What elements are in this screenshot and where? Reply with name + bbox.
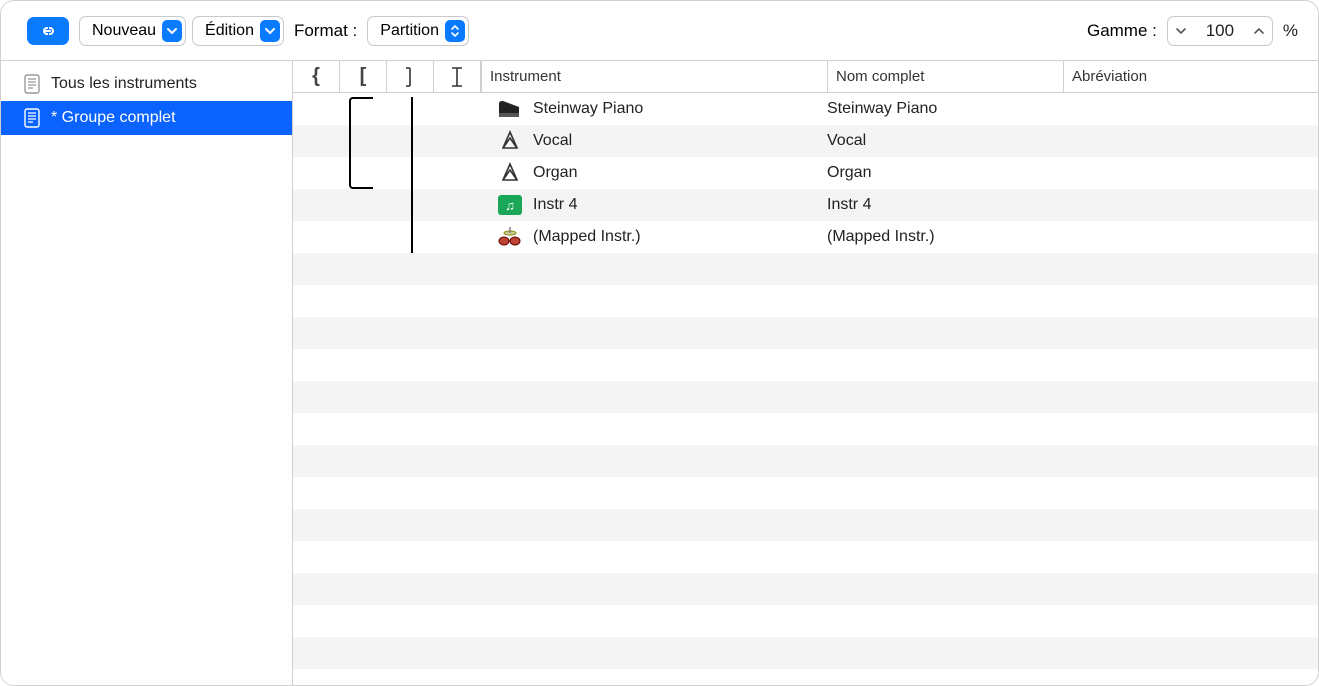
cell-nom-complet[interactable]: Instr 4 [827, 196, 1063, 214]
table-body: Steinway Piano Steinway Piano Vocal Vocal Or… [293, 93, 1318, 685]
bracket-header-2[interactable]: [ [340, 61, 387, 92]
chevron-up-icon[interactable] [1250, 18, 1268, 44]
column-label: Abréviation [1072, 68, 1147, 85]
percent-label: % [1283, 21, 1298, 41]
instrument-name: Steinway Piano [533, 100, 643, 118]
midi-icon: ♫ [497, 194, 523, 216]
bracket-icon: [ [360, 65, 367, 88]
chevron-down-icon[interactable] [1172, 18, 1190, 44]
edition-label: Édition [205, 22, 254, 40]
cell-instrument[interactable]: Steinway Piano [481, 98, 827, 120]
barline-caps-icon [450, 66, 464, 88]
sidebar: Tous les instruments * Groupe complet [1, 61, 293, 685]
body: Tous les instruments * Groupe complet { … [1, 61, 1318, 685]
gamme-group: Gamme : 100 % [1083, 16, 1298, 46]
instrument-name: Vocal [533, 132, 572, 150]
gamme-spinner[interactable]: 100 [1167, 16, 1273, 46]
cell-instrument[interactable]: Vocal [481, 130, 827, 152]
sidebar-item-complete-group[interactable]: * Groupe complet [1, 101, 292, 135]
gamme-label: Gamme : [1087, 21, 1157, 41]
sidebar-item-label: * Groupe complet [51, 109, 176, 127]
instrument-name: (Mapped Instr.) [533, 228, 641, 246]
cell-instrument[interactable]: (Mapped Instr.) [481, 226, 827, 248]
column-label: Nom complet [836, 68, 924, 85]
drums-icon [497, 226, 523, 248]
column-header-instrument[interactable]: Instrument [481, 61, 827, 92]
organ-icon [497, 162, 523, 184]
instrument-name: Organ [533, 164, 577, 182]
chevron-down-icon [260, 20, 280, 42]
link-icon [37, 23, 59, 39]
column-header-abr[interactable]: Abréviation [1063, 61, 1318, 92]
table-row[interactable]: Organ Organ [293, 157, 1318, 189]
main: { [ Instrument Nom complet Abr [293, 61, 1318, 685]
nouveau-menu[interactable]: Nouveau [79, 16, 186, 46]
toolbar: Nouveau Édition Format : Partition Gamme… [1, 1, 1318, 61]
updown-icon [445, 20, 465, 42]
edition-menu[interactable]: Édition [192, 16, 284, 46]
instrument-name: Instr 4 [533, 196, 577, 214]
chevron-down-icon [162, 20, 182, 42]
cell-nom-complet[interactable]: Steinway Piano [827, 100, 1063, 118]
sidebar-item-label: Tous les instruments [51, 75, 197, 93]
table-row[interactable]: ♫ Instr 4 Instr 4 [293, 189, 1318, 221]
table-row[interactable]: (Mapped Instr.) (Mapped Instr.) [293, 221, 1318, 253]
link-button[interactable] [27, 17, 69, 45]
nouveau-label: Nouveau [92, 22, 156, 40]
table-row[interactable]: Vocal Vocal [293, 125, 1318, 157]
table-row[interactable]: Steinway Piano Steinway Piano [293, 93, 1318, 125]
brace-icon: { [312, 65, 320, 88]
bracket-header-3[interactable] [387, 61, 434, 92]
format-select[interactable]: Partition [367, 16, 469, 46]
column-header-nom[interactable]: Nom complet [827, 61, 1063, 92]
table-header: { [ Instrument Nom complet Abr [293, 61, 1318, 93]
list-icon [23, 73, 41, 95]
piano-icon [497, 98, 523, 120]
barline-icon [403, 66, 417, 88]
cell-instrument[interactable]: Organ [481, 162, 827, 184]
cell-nom-complet[interactable]: Vocal [827, 132, 1063, 150]
rows-layer: Steinway Piano Steinway Piano Vocal Vocal Or… [293, 93, 1318, 685]
cell-instrument[interactable]: ♫ Instr 4 [481, 194, 827, 216]
cell-nom-complet[interactable]: (Mapped Instr.) [827, 228, 1063, 246]
list-icon [23, 107, 41, 129]
format-value: Partition [380, 22, 439, 40]
cell-nom-complet[interactable]: Organ [827, 164, 1063, 182]
bracket-header-1[interactable]: { [293, 61, 340, 92]
gamme-value: 100 [1190, 21, 1250, 41]
sidebar-item-all-instruments[interactable]: Tous les instruments [1, 67, 292, 101]
bracket-header-4[interactable] [434, 61, 481, 92]
column-label: Instrument [490, 68, 561, 85]
vocal-icon [497, 130, 523, 152]
format-label: Format : [294, 21, 357, 41]
score-set-window: Nouveau Édition Format : Partition Gamme… [0, 0, 1319, 686]
